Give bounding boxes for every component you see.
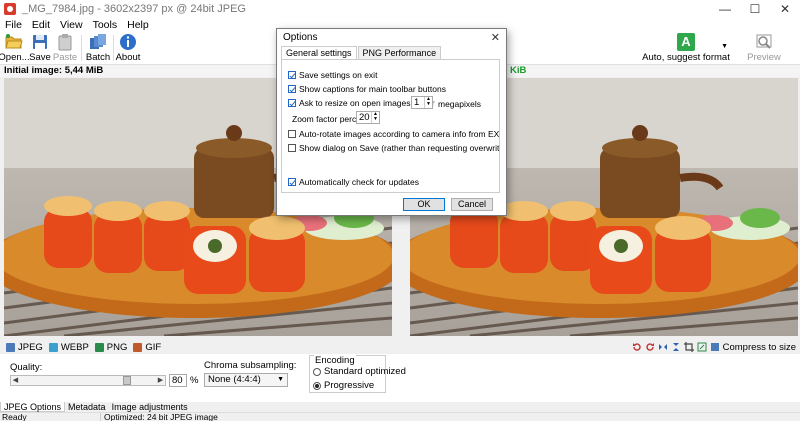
png-icon	[94, 342, 104, 352]
percent-label: %	[190, 375, 199, 386]
status-optimized: Optimized: 24 bit JPEG image	[104, 412, 218, 421]
tab-gif[interactable]: GIF	[133, 342, 161, 353]
flip-vertical-icon[interactable]	[671, 342, 681, 352]
resize-megapixels-input[interactable]: 1 ▲ ▼	[411, 96, 433, 109]
opt-auto-rotate[interactable]: Auto-rotate images according to camera i…	[288, 129, 499, 139]
webp-icon	[48, 342, 58, 352]
spin-arrows-icon[interactable]: ▲ ▼	[424, 97, 432, 108]
tab-jpeg[interactable]: JPEG	[6, 342, 43, 353]
info-icon	[120, 34, 136, 50]
menu-edit[interactable]: Edit	[27, 19, 55, 31]
chevron-down-icon: ▼	[277, 376, 284, 383]
auto-format-dropdown[interactable]: A Auto, suggest format ▼	[642, 31, 730, 65]
opt-check-updates[interactable]: Automatically check for updates	[288, 177, 419, 187]
tab-png[interactable]: PNG	[94, 342, 127, 353]
encoding-group: Encoding Standard optimized Progressive	[309, 355, 406, 393]
dialog-tabs: General settings PNG Performance	[281, 46, 442, 59]
cancel-button[interactable]: Cancel	[451, 198, 493, 211]
crop-icon[interactable]	[683, 342, 694, 352]
slider-right-arrow-icon[interactable]: ▶	[156, 376, 165, 385]
open-button[interactable]: Open...	[0, 31, 30, 65]
chroma-label: Chroma subsampling:	[204, 360, 297, 371]
batch-button[interactable]: Batch	[86, 31, 110, 65]
options-dialog: Options ✕ General settings PNG Performan…	[276, 28, 507, 216]
encoding-progressive-option[interactable]: Progressive	[313, 380, 374, 391]
quality-input[interactable]: 80	[169, 374, 187, 387]
menu-tools[interactable]: Tools	[88, 19, 123, 31]
maximize-button[interactable]: ☐	[740, 0, 770, 18]
tab-jpeg-options[interactable]: JPEG Options	[0, 402, 66, 412]
rotate-right-icon[interactable]	[645, 342, 655, 352]
menu-view[interactable]: View	[55, 19, 88, 31]
clipboard-icon	[58, 34, 72, 51]
title-bar: _MG_7984.jpg - 3602x2397 px @ 24bit JPEG…	[0, 0, 800, 18]
quality-slider[interactable]: ◀ ▶	[10, 375, 166, 386]
slider-thumb[interactable]	[123, 376, 132, 385]
checkbox-show-dialog-save[interactable]	[288, 144, 296, 152]
close-button[interactable]: ✕	[770, 0, 800, 18]
minimize-button[interactable]: —	[710, 0, 740, 18]
opt-show-captions[interactable]: Show captions for main toolbar buttons	[288, 84, 446, 94]
menu-file[interactable]: File	[0, 19, 27, 31]
status-bar: Ready Optimized: 24 bit JPEG image	[0, 412, 800, 421]
save-button[interactable]: Save	[29, 31, 51, 65]
jpeg-icon	[6, 342, 15, 352]
dialog-close-icon[interactable]: ✕	[491, 31, 500, 44]
menu-help[interactable]: Help	[122, 19, 154, 31]
folder-open-icon	[5, 34, 23, 49]
preview-button[interactable]: Preview	[747, 31, 781, 65]
encoding-label: Encoding	[314, 355, 356, 366]
ok-button[interactable]: OK	[403, 198, 445, 211]
megapixels-label: megapixels	[438, 99, 481, 109]
opt-show-dialog-save[interactable]: Show dialog on Save (rather than request…	[288, 143, 499, 153]
radio-progressive[interactable]	[313, 381, 321, 390]
tab-png-performance[interactable]: PNG Performance	[357, 46, 442, 59]
resize-icon[interactable]	[697, 342, 707, 352]
chroma-select[interactable]: None (4:4:4) ▼	[204, 373, 288, 387]
zoom-input[interactable]: 20 ▲ ▼	[356, 111, 380, 124]
tab-image-adjustments[interactable]: Image adjustments	[109, 402, 191, 412]
encoding-standard-option[interactable]: Standard optimized	[313, 366, 406, 377]
tab-general-settings[interactable]: General settings	[281, 46, 357, 59]
status-ready: Ready	[2, 412, 27, 421]
tab-webp[interactable]: WEBP	[48, 342, 89, 353]
jpeg-options-panel: Quality: ◀ ▶ 80 % Chroma subsampling: No…	[0, 354, 800, 402]
checkbox-save-settings[interactable]	[288, 71, 296, 79]
radio-standard[interactable]	[313, 367, 321, 376]
checkbox-auto-rotate[interactable]	[288, 130, 296, 138]
batch-files-icon	[90, 34, 106, 49]
paste-button[interactable]: Paste	[53, 31, 77, 65]
spin-arrows-icon[interactable]: ▲ ▼	[371, 112, 379, 123]
auto-format-icon: A	[677, 33, 695, 51]
dialog-titlebar: Options ✕	[277, 29, 506, 45]
compress-icon[interactable]	[710, 342, 720, 352]
window-title: _MG_7984.jpg - 3602x2397 px @ 24bit JPEG	[22, 3, 246, 15]
quality-label: Quality:	[10, 362, 43, 373]
magnifier-icon	[756, 34, 772, 49]
format-tabs: JPEG WEBP PNG GIF Compress to size	[0, 340, 800, 354]
dialog-body: Save settings on exit Show captions for …	[281, 59, 500, 193]
floppy-disk-icon	[33, 35, 47, 49]
compress-to-size[interactable]: Compress to size	[723, 342, 796, 353]
slider-left-arrow-icon[interactable]: ◀	[11, 376, 20, 385]
tab-metadata[interactable]: Metadata	[65, 402, 109, 412]
chevron-down-icon: ▼	[721, 43, 728, 50]
opt-save-settings[interactable]: Save settings on exit	[288, 70, 377, 80]
initial-image-size: Initial image: 5,44 MiB	[4, 65, 104, 76]
dialog-title: Options	[283, 31, 318, 43]
checkbox-ask-resize[interactable]	[288, 99, 296, 107]
about-button[interactable]: About	[116, 31, 140, 65]
checkbox-check-updates[interactable]	[288, 178, 296, 186]
checkbox-show-captions[interactable]	[288, 85, 296, 93]
rotate-left-icon[interactable]	[632, 342, 642, 352]
options-tabs: JPEG Options Metadata Image adjustments	[0, 402, 800, 412]
optimized-size: KiB	[510, 65, 527, 76]
flip-horizontal-icon[interactable]	[658, 342, 668, 352]
app-icon	[4, 3, 16, 15]
gif-icon	[133, 342, 143, 352]
